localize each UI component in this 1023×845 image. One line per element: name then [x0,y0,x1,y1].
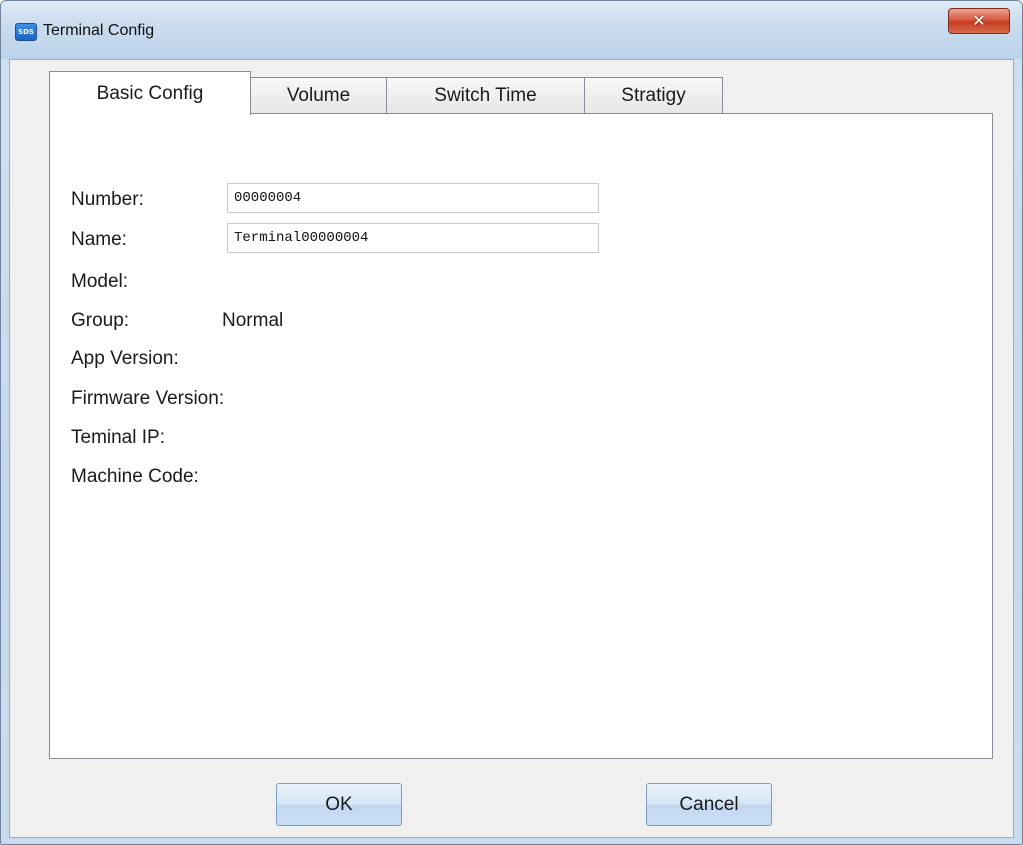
close-icon: ✕ [972,11,986,30]
title-bar[interactable]: SDS Terminal Config ✕ [1,1,1022,59]
group-value: Normal [222,310,284,331]
window-title: Terminal Config [43,22,155,39]
cancel-button[interactable]: Cancel [646,783,772,826]
name-label: Name: [71,229,127,250]
tab-switch-time[interactable]: Switch Time [386,77,585,114]
app-logo-icon: SDS [15,23,37,41]
terminal-config-window: SDS Terminal Config ✕ Basic Config Volum… [0,0,1023,845]
app-version-label: App Version: [71,348,179,369]
number-input[interactable] [227,183,599,213]
number-label: Number: [71,189,144,210]
ok-button[interactable]: OK [276,783,402,826]
close-button[interactable]: ✕ [948,8,1010,34]
basic-config-panel: Number: Name: Model: Group: Normal App V… [49,113,993,759]
dialog-body: Basic Config Volume Switch Time Stratigy… [9,59,1014,838]
name-input[interactable] [227,223,599,253]
terminal-ip-label: Teminal IP: [71,427,165,448]
machine-code-label: Machine Code: [71,466,199,487]
firmware-version-label: Firmware Version: [71,388,225,409]
tab-volume[interactable]: Volume [250,77,387,114]
group-label: Group: [71,310,130,331]
tab-stratigy[interactable]: Stratigy [584,77,723,114]
tab-basic-config[interactable]: Basic Config [49,71,251,115]
model-label: Model: [71,271,129,292]
